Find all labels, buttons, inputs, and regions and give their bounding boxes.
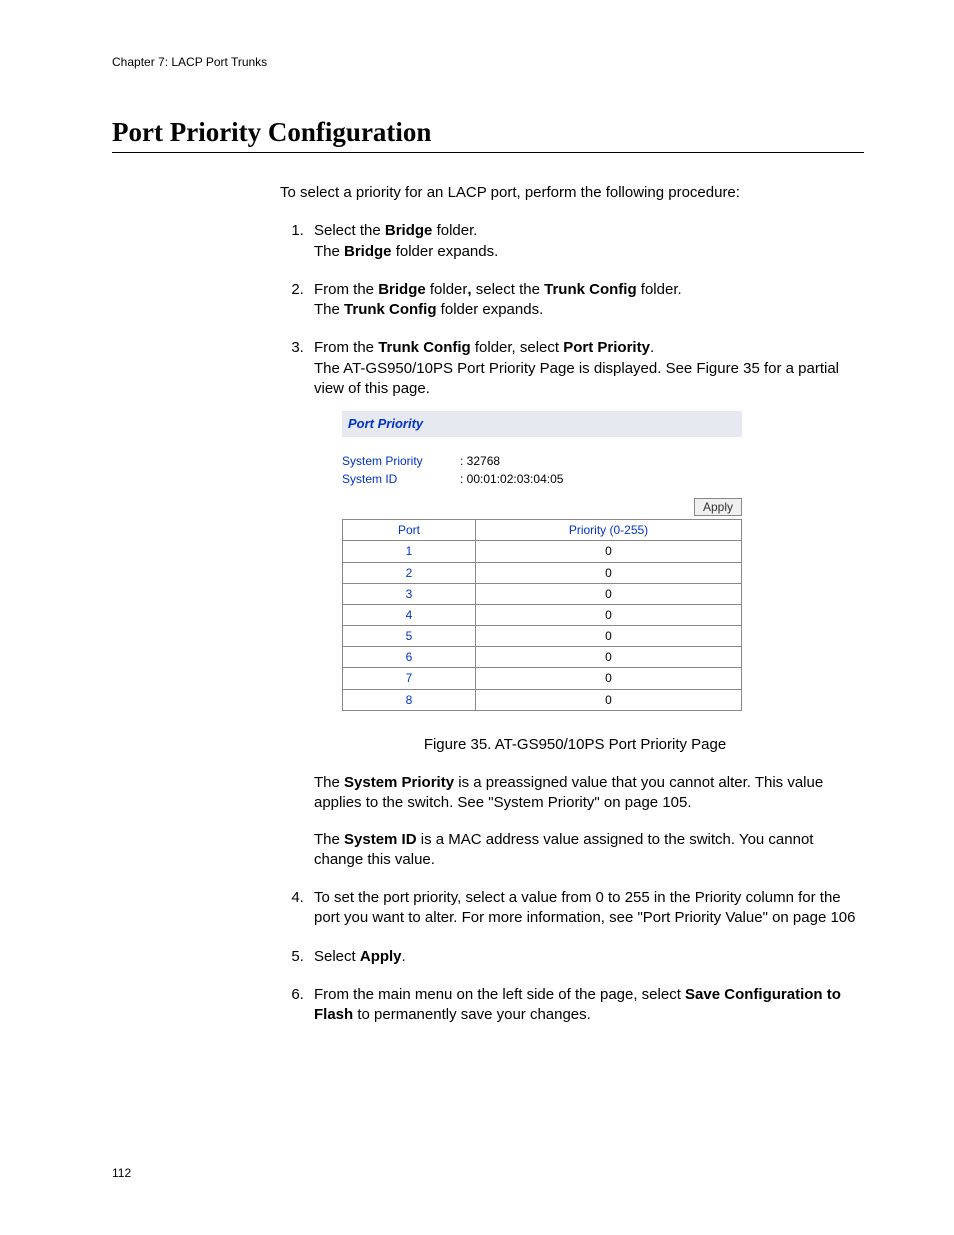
step-4: To set the port priority, select a value… <box>308 888 864 929</box>
text: The <box>314 831 344 848</box>
bold-trunk-config: Trunk Config <box>544 281 637 298</box>
port-cell: 5 <box>343 626 476 647</box>
table-row: 30 <box>343 583 742 604</box>
port-cell: 8 <box>343 689 476 710</box>
system-id-label: System ID <box>342 471 460 487</box>
step-3: From the Trunk Config folder, select Por… <box>308 338 864 870</box>
intro-text: To select a priority for an LACP port, p… <box>280 183 864 203</box>
table-row: 70 <box>343 668 742 689</box>
text: folder. <box>432 222 477 239</box>
step-2: From the Bridge folder, select the Trunk… <box>308 280 864 321</box>
priority-cell[interactable]: 0 <box>476 626 742 647</box>
after-figure-para-2: The System ID is a MAC address value ass… <box>314 830 864 871</box>
col-priority: Priority (0-255) <box>476 520 742 541</box>
step-6: From the main menu on the left side of t… <box>308 985 864 1026</box>
text: . <box>650 339 654 356</box>
panel-title: Port Priority <box>342 411 742 437</box>
table-row: 20 <box>343 562 742 583</box>
port-cell: 6 <box>343 647 476 668</box>
figure-caption: Figure 35. AT-GS950/10PS Port Priority P… <box>286 735 864 755</box>
title-rule <box>112 152 864 153</box>
text: The <box>314 243 344 260</box>
bold-trunk-config: Trunk Config <box>344 301 437 318</box>
table-row: 10 <box>343 541 742 562</box>
text: select the <box>472 281 545 298</box>
priority-cell[interactable]: 0 <box>476 647 742 668</box>
bold-bridge: Bridge <box>344 243 392 260</box>
system-id-value: : 00:01:02:03:04:05 <box>460 471 563 487</box>
system-priority-value: : 32768 <box>460 453 500 469</box>
system-info: System Priority : 32768 System ID : 00:0… <box>342 453 742 487</box>
bold-trunk-config: Trunk Config <box>378 339 471 356</box>
text: The <box>314 774 344 791</box>
page-number: 112 <box>112 1166 131 1180</box>
table-header-row: Port Priority (0-255) <box>343 520 742 541</box>
table-row: 60 <box>343 647 742 668</box>
bold-bridge: Bridge <box>385 222 433 239</box>
step-1: Select the Bridge folder. The Bridge fol… <box>308 221 864 262</box>
priority-cell[interactable]: 0 <box>476 689 742 710</box>
text: folder. <box>637 281 682 298</box>
text: From the <box>314 281 378 298</box>
after-figure-para-1: The System Priority is a preassigned val… <box>314 773 864 814</box>
text: To set the port priority, select a value… <box>314 889 855 926</box>
system-priority-label: System Priority <box>342 453 460 469</box>
col-port: Port <box>343 520 476 541</box>
text: From the main menu on the left side of t… <box>314 986 685 1003</box>
bold-apply: Apply <box>360 948 402 965</box>
procedure-list: Select the Bridge folder. The Bridge fol… <box>280 221 864 1025</box>
priority-cell[interactable]: 0 <box>476 541 742 562</box>
text: folder expands. <box>392 243 499 260</box>
figure-screenshot: Port Priority System Priority : 32768 Sy… <box>342 411 742 711</box>
table-row: 50 <box>343 626 742 647</box>
port-cell: 7 <box>343 668 476 689</box>
text: From the <box>314 339 378 356</box>
bold-system-priority: System Priority <box>344 774 454 791</box>
port-cell: 2 <box>343 562 476 583</box>
text: Select <box>314 948 360 965</box>
port-priority-table: Port Priority (0-255) 10 20 30 40 50 60 … <box>342 519 742 711</box>
port-cell: 3 <box>343 583 476 604</box>
text: folder <box>426 281 468 298</box>
table-row: 80 <box>343 689 742 710</box>
port-cell: 1 <box>343 541 476 562</box>
bold-port-priority: Port Priority <box>563 339 650 356</box>
table-row: 40 <box>343 604 742 625</box>
priority-cell[interactable]: 0 <box>476 668 742 689</box>
text: to permanently save your changes. <box>353 1006 591 1023</box>
bold-system-id: System ID <box>344 831 417 848</box>
port-cell: 4 <box>343 604 476 625</box>
step-5: Select Apply. <box>308 947 864 967</box>
text: The AT-GS950/10PS Port Priority Page is … <box>314 360 839 397</box>
priority-cell[interactable]: 0 <box>476 583 742 604</box>
text: The <box>314 301 344 318</box>
priority-cell[interactable]: 0 <box>476 604 742 625</box>
page-title: Port Priority Configuration <box>112 117 864 148</box>
text: . <box>402 948 406 965</box>
apply-button[interactable]: Apply <box>694 498 742 516</box>
chapter-header: Chapter 7: LACP Port Trunks <box>112 55 864 69</box>
bold-bridge: Bridge <box>378 281 426 298</box>
text: folder, select <box>471 339 564 356</box>
text: folder expands. <box>437 301 544 318</box>
text: Select the <box>314 222 385 239</box>
priority-cell[interactable]: 0 <box>476 562 742 583</box>
